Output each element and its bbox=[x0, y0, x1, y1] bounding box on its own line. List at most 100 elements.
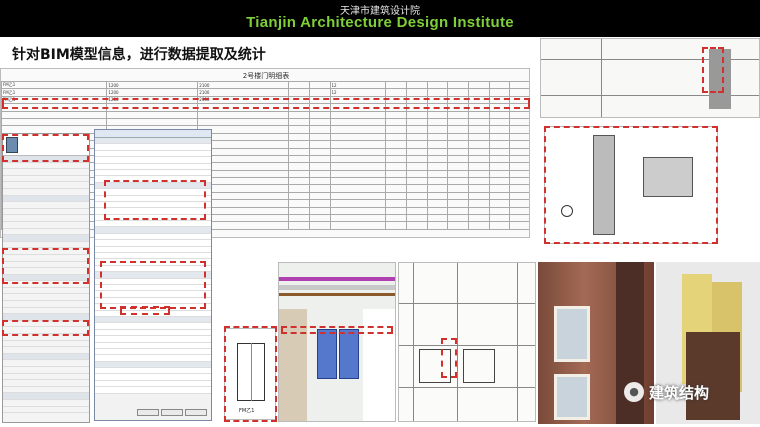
property-row[interactable] bbox=[3, 169, 89, 176]
table-cell bbox=[385, 88, 407, 97]
property-row[interactable] bbox=[3, 360, 89, 367]
table-cell bbox=[509, 191, 529, 201]
table-cell bbox=[288, 132, 310, 142]
table-cell bbox=[405, 162, 428, 171]
table-cell bbox=[405, 184, 428, 193]
type-parameter-row[interactable] bbox=[95, 387, 211, 394]
table-cell bbox=[488, 88, 511, 97]
property-row[interactable] bbox=[3, 294, 89, 302]
apply-button[interactable] bbox=[185, 409, 207, 416]
highlight-plan-door bbox=[441, 338, 457, 378]
table-cell bbox=[467, 199, 490, 208]
property-row[interactable] bbox=[3, 202, 89, 209]
table-cell bbox=[447, 147, 469, 156]
table-cell bbox=[385, 154, 407, 164]
property-row[interactable] bbox=[3, 387, 89, 394]
property-row[interactable] bbox=[3, 235, 89, 242]
property-row[interactable] bbox=[3, 222, 89, 229]
table-cell bbox=[426, 214, 449, 223]
property-row[interactable] bbox=[3, 341, 89, 348]
table-cell bbox=[308, 110, 331, 119]
table-cell bbox=[1, 117, 108, 127]
table-cell bbox=[426, 191, 449, 201]
property-row[interactable] bbox=[3, 380, 89, 387]
property-row[interactable] bbox=[3, 209, 89, 216]
property-row[interactable] bbox=[3, 189, 89, 196]
table-cell bbox=[385, 184, 407, 193]
property-row[interactable] bbox=[3, 393, 89, 400]
table-cell bbox=[1, 110, 108, 119]
table-cell bbox=[308, 169, 331, 179]
table-cell bbox=[329, 169, 387, 179]
table-cell bbox=[447, 132, 469, 142]
property-row[interactable] bbox=[3, 176, 89, 183]
table-cell bbox=[467, 206, 490, 216]
table-cell bbox=[488, 132, 511, 142]
table-cell bbox=[329, 191, 387, 201]
property-row[interactable] bbox=[3, 195, 89, 203]
property-row[interactable] bbox=[3, 347, 89, 354]
property-row[interactable] bbox=[3, 163, 89, 170]
table-cell bbox=[509, 154, 529, 164]
table-cell bbox=[509, 214, 529, 223]
highlight-dialog-params bbox=[104, 180, 206, 220]
table-cell bbox=[405, 88, 428, 97]
highlight-section-top bbox=[702, 47, 724, 93]
property-row[interactable] bbox=[3, 367, 89, 374]
table-row bbox=[1, 110, 529, 119]
table-cell bbox=[288, 191, 310, 201]
table-cell bbox=[488, 191, 511, 201]
dialog-title-bar[interactable] bbox=[95, 130, 211, 138]
header-bar: 天津市建筑设计院 Tianjin Architecture Design Ins… bbox=[0, 0, 760, 37]
property-row[interactable] bbox=[3, 353, 89, 361]
table-cell bbox=[467, 125, 490, 134]
blue-door-left bbox=[317, 329, 337, 379]
table-cell bbox=[509, 199, 529, 208]
property-row[interactable] bbox=[3, 288, 89, 295]
table-cell bbox=[385, 110, 407, 119]
table-cell bbox=[308, 177, 331, 186]
table-cell bbox=[467, 221, 490, 230]
table-cell bbox=[385, 169, 407, 179]
table-cell bbox=[467, 162, 490, 171]
property-row[interactable] bbox=[3, 229, 89, 236]
table-cell bbox=[426, 80, 449, 90]
cancel-button[interactable] bbox=[161, 409, 183, 416]
slide-title: 针对BIM模型信息，进行数据提取及统计 bbox=[12, 47, 266, 63]
highlight-detail bbox=[544, 126, 718, 244]
property-row[interactable] bbox=[3, 374, 89, 381]
table-cell bbox=[385, 214, 407, 223]
property-row[interactable] bbox=[3, 400, 89, 407]
table-cell bbox=[308, 117, 331, 127]
table-cell bbox=[426, 125, 449, 134]
table-row: FM乙1 1200 2100 12 bbox=[1, 80, 529, 90]
table-cell bbox=[308, 132, 331, 142]
table-cell bbox=[329, 214, 387, 223]
schedule-title: 2号楼门明细表 bbox=[242, 72, 290, 80]
table-cell bbox=[288, 206, 310, 216]
table-cell bbox=[488, 184, 511, 193]
property-row[interactable] bbox=[3, 182, 89, 189]
property-row[interactable] bbox=[3, 308, 89, 315]
table-cell bbox=[405, 125, 428, 134]
table-cell bbox=[329, 206, 387, 216]
property-row[interactable] bbox=[3, 407, 89, 414]
table-cell bbox=[426, 132, 449, 142]
table-cell bbox=[405, 199, 428, 208]
table-cell bbox=[197, 110, 290, 119]
table-cell bbox=[308, 147, 331, 156]
table-cell bbox=[308, 80, 331, 90]
property-row[interactable] bbox=[3, 215, 89, 222]
table-cell bbox=[385, 140, 407, 149]
table-cell bbox=[308, 214, 331, 223]
table-cell bbox=[385, 132, 407, 142]
table-cell bbox=[329, 177, 387, 186]
table-cell bbox=[308, 199, 331, 208]
highlight-plan-strip bbox=[281, 326, 393, 334]
table-cell bbox=[385, 221, 407, 230]
property-row[interactable] bbox=[3, 301, 89, 308]
ok-button[interactable] bbox=[137, 409, 159, 416]
table-cell bbox=[467, 154, 490, 164]
wall-section-drawing bbox=[540, 38, 760, 118]
table-cell bbox=[509, 140, 529, 149]
